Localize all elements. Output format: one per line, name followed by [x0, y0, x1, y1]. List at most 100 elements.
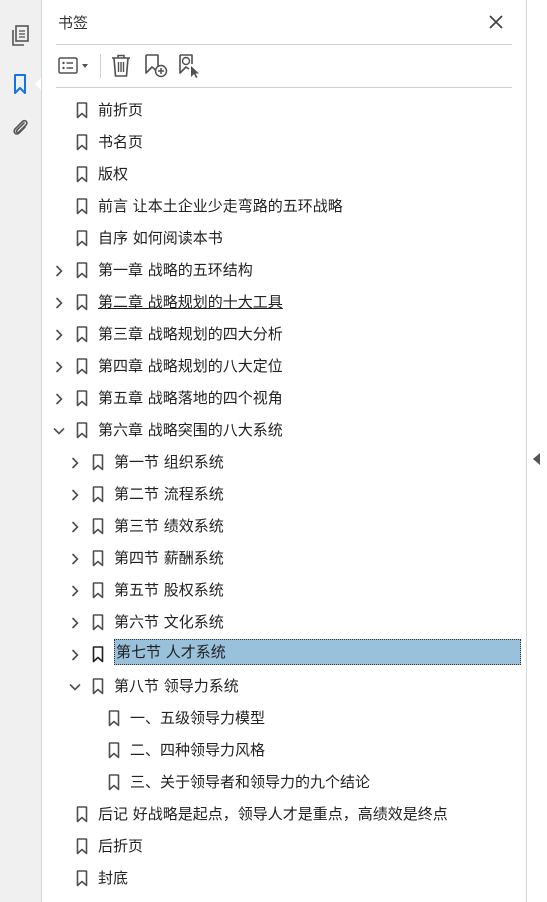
bookmark-row[interactable]: 第六节 文化系统 — [42, 606, 526, 638]
bookmark-row[interactable]: 第二章 战略规划的十大工具 — [42, 286, 526, 318]
bookmark-icon — [92, 550, 104, 567]
panel-splitter[interactable] — [526, 0, 547, 902]
bookmark-icon[interactable] — [6, 70, 34, 98]
bookmark-icon — [92, 518, 104, 535]
bookmark-label: 版权 — [98, 165, 129, 183]
bookmark-icon — [92, 646, 104, 663]
bookmark-label: 第八节 领导力系统 — [114, 677, 239, 695]
chevron-right-icon[interactable] — [52, 391, 66, 405]
chevron-down-icon[interactable] — [52, 423, 66, 437]
bookmark-icon — [76, 838, 88, 855]
bookmark-row[interactable]: 三、关于领导者和领导力的九个结论 — [42, 766, 526, 798]
new-bookmark-icon[interactable] — [142, 52, 170, 80]
bookmark-row[interactable]: 第六章 战略突围的八大系统 — [42, 414, 526, 446]
chevron-right-icon[interactable] — [68, 615, 82, 629]
bookmark-row[interactable]: 版权 — [42, 158, 526, 190]
bookmark-row[interactable]: 二、四种领导力风格 — [42, 734, 526, 766]
bookmark-icon — [92, 454, 104, 471]
chevron-down-icon[interactable] — [68, 679, 82, 693]
bookmark-label: 自序 如何阅读本书 — [98, 229, 223, 247]
chevron-right-icon[interactable] — [68, 519, 82, 533]
bookmark-icon — [76, 198, 88, 215]
bookmark-label: 三、关于领导者和领导力的九个结论 — [130, 773, 371, 791]
bookmark-icon — [76, 422, 88, 439]
pages-icon[interactable] — [6, 22, 34, 50]
bookmark-label: 第三节 绩效系统 — [114, 517, 224, 535]
bookmark-label: 一、五级领导力模型 — [130, 709, 266, 727]
bookmark-label: 后记 好战略是起点，领导人才是重点，高绩效是终点 — [98, 805, 448, 823]
bookmark-row[interactable]: 封底 — [42, 862, 526, 894]
panel-header: 书签 — [42, 0, 526, 44]
bookmarks-window: 书签 前折页 书名页 版权 前言 让本土企业少走弯路的五环战略 自序 如何阅读本… — [0, 0, 547, 902]
bookmark-icon — [76, 134, 88, 151]
collapse-panel-icon[interactable] — [533, 453, 540, 465]
bookmark-icon — [108, 710, 120, 727]
bookmark-icon — [92, 582, 104, 599]
chevron-right-icon[interactable] — [68, 647, 82, 661]
bookmark-row[interactable]: 第四章 战略规划的八大定位 — [42, 350, 526, 382]
bookmark-row[interactable]: 第一节 组织系统 — [42, 446, 526, 478]
bookmark-label: 第六章 战略突围的八大系统 — [98, 421, 283, 439]
bookmark-row[interactable]: 书名页 — [42, 126, 526, 158]
bookmark-icon — [76, 262, 88, 279]
bookmark-icon — [76, 870, 88, 887]
bookmark-label: 二、四种领导力风格 — [130, 741, 266, 759]
find-bookmark-icon[interactable] — [176, 52, 204, 80]
bookmark-row[interactable]: 第二节 流程系统 — [42, 478, 526, 510]
bookmark-icon — [76, 294, 88, 311]
bookmark-row[interactable]: 第三节 绩效系统 — [42, 510, 526, 542]
bookmark-label: 第一节 组织系统 — [114, 453, 224, 471]
chevron-right-icon[interactable] — [52, 295, 66, 309]
bookmark-icon — [76, 230, 88, 247]
bookmark-row[interactable]: 第七节 人才系统 — [42, 638, 526, 670]
bookmark-label: 第一章 战略的五环结构 — [98, 261, 253, 279]
bookmark-icon — [76, 166, 88, 183]
chevron-right-icon[interactable] — [52, 359, 66, 373]
bookmark-icon — [76, 102, 88, 119]
bookmark-row[interactable]: 前折页 — [42, 94, 526, 126]
close-icon[interactable] — [486, 12, 506, 32]
bookmark-row[interactable]: 前言 让本土企业少走弯路的五环战略 — [42, 190, 526, 222]
bookmark-icon — [108, 774, 120, 791]
bookmark-row[interactable]: 第四节 薪酬系统 — [42, 542, 526, 574]
panel-title: 书签 — [58, 14, 89, 32]
chevron-right-icon[interactable] — [68, 583, 82, 597]
bookmark-label: 第六节 文化系统 — [114, 613, 224, 631]
delete-icon[interactable] — [108, 52, 134, 80]
bookmark-label: 第五节 股权系统 — [114, 581, 224, 599]
bookmark-row[interactable]: 一、五级领导力模型 — [42, 702, 526, 734]
chevron-right-icon[interactable] — [68, 487, 82, 501]
bookmark-row[interactable]: 第五章 战略落地的四个视角 — [42, 382, 526, 414]
bookmark-row[interactable]: 第八节 领导力系统 — [42, 670, 526, 702]
bookmark-icon — [92, 614, 104, 631]
bookmark-icon — [76, 806, 88, 823]
bookmark-label: 第五章 战略落地的四个视角 — [98, 389, 283, 407]
chevron-right-icon[interactable] — [52, 327, 66, 341]
bookmark-row[interactable]: 后记 好战略是起点，领导人才是重点，高绩效是终点 — [42, 798, 526, 830]
bookmark-label: 前言 让本土企业少走弯路的五环战略 — [98, 197, 343, 215]
chevron-right-icon[interactable] — [52, 263, 66, 277]
bookmark-icon — [76, 358, 88, 375]
chevron-right-icon[interactable] — [68, 551, 82, 565]
bookmark-toolbar — [42, 45, 526, 87]
bookmark-label: 第二节 流程系统 — [114, 485, 224, 503]
attachment-icon[interactable] — [6, 114, 34, 142]
bookmark-label: 封底 — [98, 869, 129, 887]
bookmark-row[interactable]: 后折页 — [42, 830, 526, 862]
navigation-rail — [0, 0, 42, 902]
bookmark-label: 第二章 战略规划的十大工具 — [98, 293, 283, 311]
bookmark-label: 后折页 — [98, 837, 144, 855]
bookmarks-panel: 书签 前折页 书名页 版权 前言 让本土企业少走弯路的五环战略 自序 如何阅读本… — [42, 0, 526, 902]
bookmark-icon — [92, 486, 104, 503]
bookmark-row[interactable]: 第一章 战略的五环结构 — [42, 254, 526, 286]
bookmark-row[interactable]: 第三章 战略规划的四大分析 — [42, 318, 526, 350]
options-menu-icon[interactable] — [56, 52, 94, 80]
bookmark-row[interactable]: 自序 如何阅读本书 — [42, 222, 526, 254]
bookmark-icon — [108, 742, 120, 759]
bookmark-icon — [76, 390, 88, 407]
active-indicator — [35, 78, 41, 90]
bookmark-tree: 前折页 书名页版权前言 让本土企业少走弯路的五环战略 自序 如何阅读本书第一章 战略… — [42, 94, 526, 894]
bookmark-icon — [76, 326, 88, 343]
bookmark-row[interactable]: 第五节 股权系统 — [42, 574, 526, 606]
chevron-right-icon[interactable] — [68, 455, 82, 469]
